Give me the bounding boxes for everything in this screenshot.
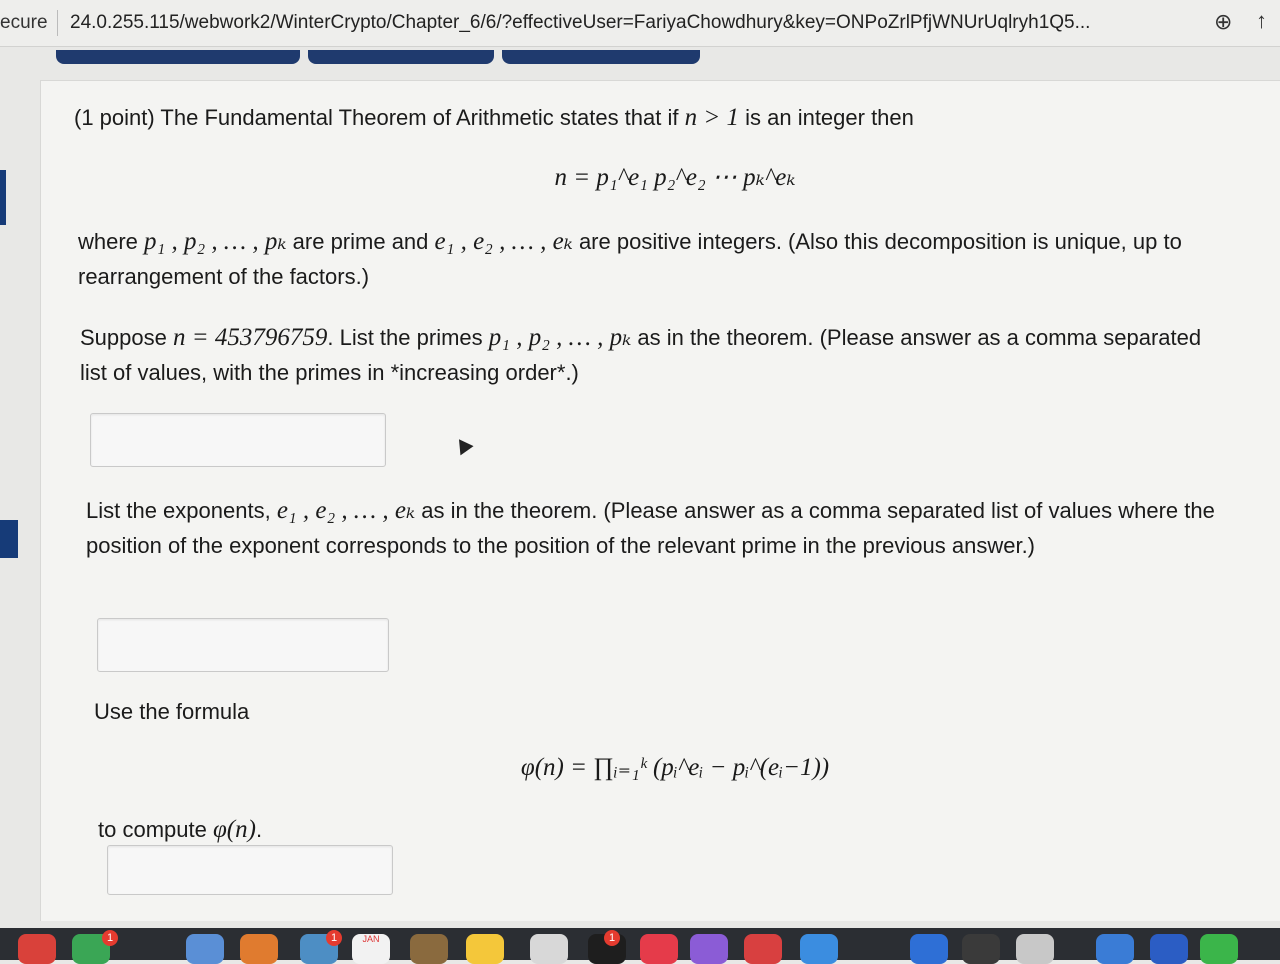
suppose-text: Suppose n = 453796759. List the primes p… <box>80 320 1230 390</box>
where-mid: are prime and <box>292 229 429 254</box>
phi-formula: φ(n) = ∏ᵢ₌₁ᵏ (pᵢ^eᵢ − pᵢ^(eᵢ−1)) <box>520 754 830 781</box>
nav-tabs <box>0 46 1280 68</box>
calendar-month: JAN <box>362 934 380 944</box>
compute-text: to compute φ(n). <box>98 812 262 847</box>
theorem-formula: n = p₁^e₁ p₂^e₂ ⋯ pₖ^eₖ <box>554 164 796 191</box>
browser-address-bar[interactable]: ecure 24.0.255.115/webwork2/WinterCrypto… <box>0 0 1280 47</box>
suppose-prefix: Suppose <box>80 325 167 350</box>
secure-label: ecure <box>0 12 48 33</box>
exponents-text: List the exponents, e₁ , e₂ , … , eₖ as … <box>86 493 1221 563</box>
nav-tab-2[interactable] <box>308 50 494 64</box>
url-text[interactable]: 24.0.255.115/webwork2/WinterCrypto/Chapt… <box>70 12 1090 34</box>
exponents-answer-input[interactable] <box>97 618 389 672</box>
where-prefix: where <box>78 229 138 254</box>
primes-answer-input[interactable] <box>90 413 386 467</box>
intro-suffix: is an integer then <box>745 105 914 130</box>
suppose-mid: . List the primes <box>327 325 483 350</box>
intro-text: (1 point) The Fundamental Theorem of Ari… <box>74 100 1074 135</box>
nav-tab-3[interactable] <box>502 50 700 64</box>
notification-badge: 1 <box>326 930 342 946</box>
use-formula-text: Use the formula <box>94 699 250 724</box>
exp-math: e₁ , e₂ , … , eₖ <box>276 497 416 524</box>
nav-tab-1[interactable] <box>56 50 300 64</box>
where-primes: p₁ , p₂ , … , pₖ <box>144 228 287 255</box>
compute-suffix: . <box>255 817 263 842</box>
suppose-math: n = 453796759 <box>172 324 328 351</box>
share-icon[interactable]: ↑ <box>1256 8 1267 34</box>
where-text: where p₁ , p₂ , … , pₖ are prime and e₁ … <box>78 224 1253 294</box>
suppose-primes: p₁ , p₂ , … , pₖ <box>488 324 632 351</box>
compute-math: φ(n) <box>212 816 256 843</box>
sidebar-marker-1 <box>0 170 6 225</box>
intro-math: n > 1 <box>684 104 739 131</box>
sidebar-marker-2 <box>0 520 18 558</box>
notification-badge: 1 <box>604 930 620 946</box>
address-divider <box>57 10 58 36</box>
notification-badge: 1 <box>102 930 118 946</box>
compute-prefix: to compute <box>98 817 207 842</box>
phi-answer-input[interactable] <box>107 845 393 895</box>
dock: 1 1 JAN 1 <box>0 928 1280 964</box>
zoom-icon[interactable]: ⊕ <box>1214 9 1232 35</box>
where-exps: e₁ , e₂ , … , eₖ <box>434 228 573 255</box>
intro-prefix: (1 point) The Fundamental Theorem of Ari… <box>74 105 679 130</box>
exp-prefix: List the exponents, <box>86 498 271 523</box>
